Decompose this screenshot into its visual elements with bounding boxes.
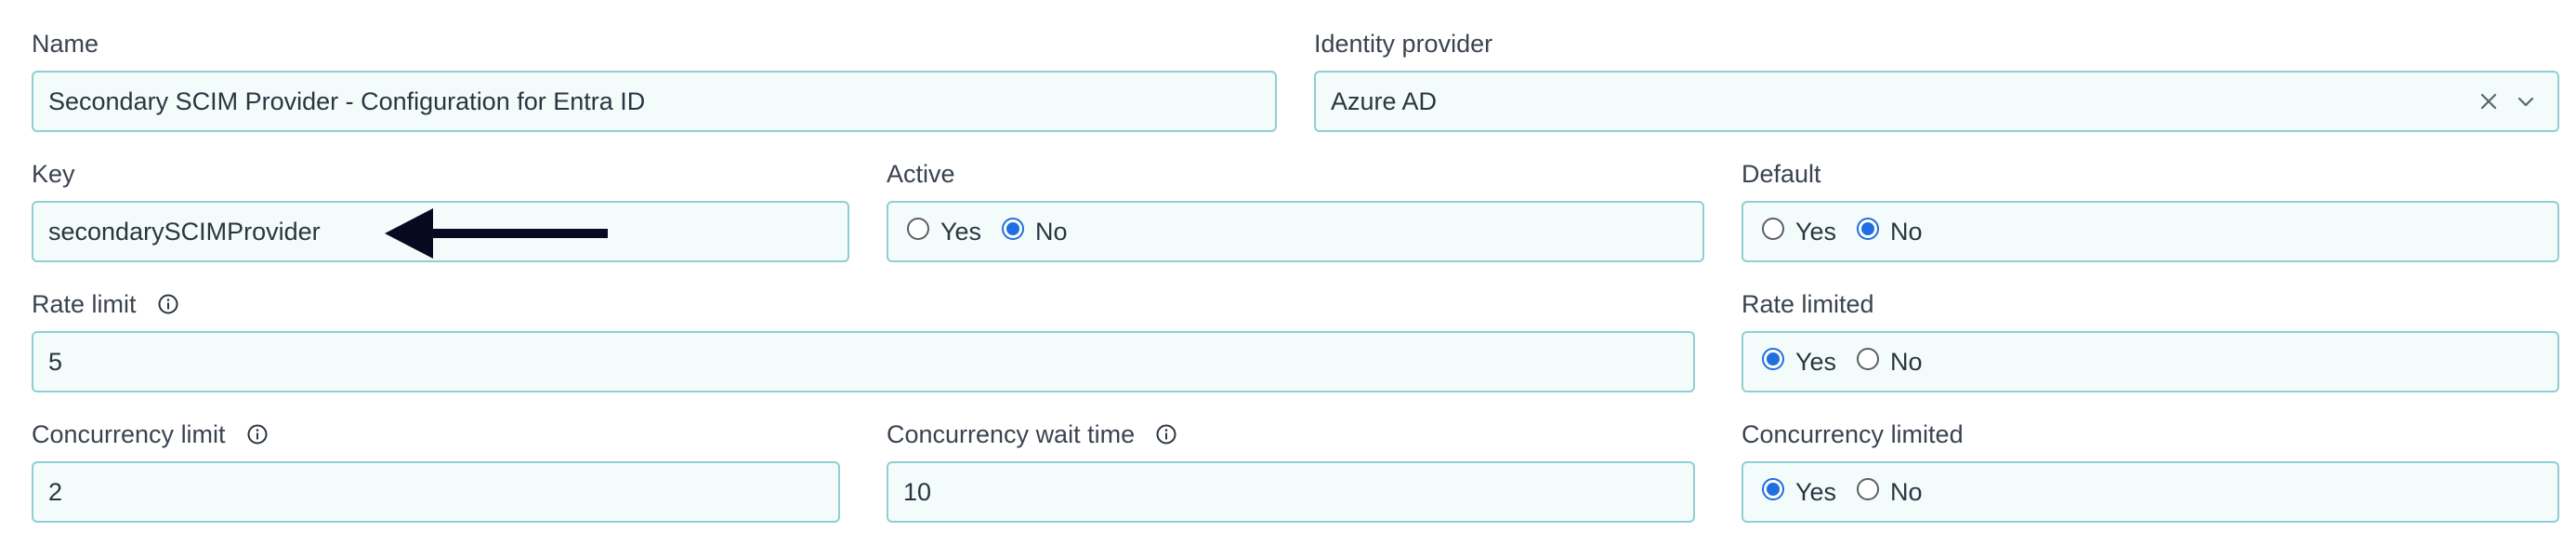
name-label: Name [32,30,99,58]
radio-checked-icon[interactable] [1762,478,1784,500]
close-icon[interactable] [2476,88,2502,114]
default-radio-group: Yes No [1741,201,2559,262]
rate-limit-field[interactable] [32,331,1695,392]
concurrency-limited-yes-radio[interactable]: Yes [1762,478,1836,507]
identity-provider-label: Identity provider [1314,30,1493,58]
concurrency-wait-time-input[interactable] [888,463,1693,521]
rate-limit-input[interactable] [33,333,1693,391]
default-yes-radio[interactable]: Yes [1762,218,1836,246]
concurrency-wait-time-label: Concurrency wait time [887,419,1177,450]
rate-limited-label: Rate limited [1741,290,1874,318]
active-yes-radio[interactable]: Yes [907,218,981,246]
radio-checked-icon[interactable] [1762,348,1784,370]
concurrency-limit-input[interactable] [33,463,838,521]
identity-provider-select[interactable]: Azure AD [1314,71,2559,132]
arrow-left-icon [385,208,608,259]
rate-limited-no-radio[interactable]: No [1857,348,1923,377]
radio-unchecked-icon[interactable] [907,218,929,240]
key-label: Key [32,160,75,188]
concurrency-limited-label: Concurrency limited [1741,420,1964,448]
active-label: Active [887,160,955,188]
concurrency-limit-field[interactable] [32,461,840,523]
info-icon[interactable] [157,293,179,315]
concurrency-limit-label: Concurrency limit [32,419,269,450]
rate-limited-yes-radio[interactable]: Yes [1762,348,1836,377]
concurrency-limited-radio-group: Yes No [1741,461,2559,523]
radio-checked-icon[interactable] [1002,218,1025,240]
active-no-radio[interactable]: No [1002,218,1068,246]
chevron-down-icon[interactable] [2513,88,2539,114]
name-input[interactable] [33,73,1275,130]
default-label: Default [1741,160,1821,188]
identity-provider-value: Azure AD [1331,86,1438,115]
radio-unchecked-icon[interactable] [1857,348,1880,370]
default-no-radio[interactable]: No [1857,218,1923,246]
radio-unchecked-icon[interactable] [1762,218,1784,240]
radio-unchecked-icon[interactable] [1857,478,1880,500]
concurrency-limited-no-radio[interactable]: No [1857,478,1923,507]
active-radio-group: Yes No [887,201,1704,262]
info-icon[interactable] [246,423,269,445]
rate-limit-label: Rate limit [32,288,179,320]
name-field[interactable] [32,71,1277,132]
info-icon[interactable] [1155,423,1177,445]
rate-limited-radio-group: Yes No [1741,331,2559,392]
concurrency-wait-time-field[interactable] [887,461,1695,523]
radio-checked-icon[interactable] [1857,218,1880,240]
